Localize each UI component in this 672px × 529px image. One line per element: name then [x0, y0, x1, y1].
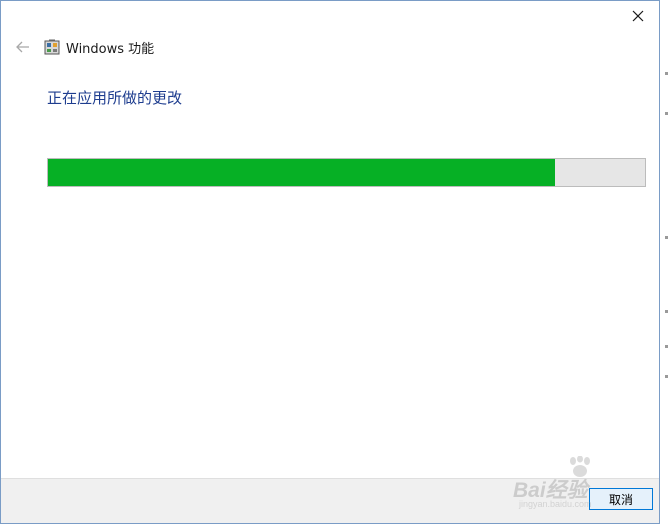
- progress-bar: [47, 158, 646, 187]
- progress-fill: [48, 159, 556, 186]
- title-bar: Windows 功能: [1, 31, 659, 63]
- edge-mark: [665, 345, 668, 348]
- close-button[interactable]: [623, 3, 653, 29]
- edge-mark: [665, 310, 668, 313]
- edge-mark: [665, 375, 668, 378]
- background-edge: [660, 0, 672, 529]
- back-arrow-icon: [16, 41, 29, 53]
- watermark-subtext: jingyan.baidu.com: [519, 499, 592, 509]
- edge-mark: [665, 72, 668, 75]
- edge-mark: [665, 236, 668, 239]
- back-button[interactable]: [13, 38, 33, 56]
- dialog-window: Windows 功能 正在应用所做的更改 取消 Bai经验 jingyan.ba…: [0, 0, 660, 524]
- close-icon: [632, 10, 644, 22]
- page-heading: 正在应用所做的更改: [47, 89, 183, 107]
- baidu-watermark: Bai经验 jingyan.baidu.com: [513, 456, 633, 509]
- windows-features-icon: [44, 39, 60, 55]
- edge-mark: [665, 112, 668, 115]
- window-title: Windows 功能: [66, 42, 155, 57]
